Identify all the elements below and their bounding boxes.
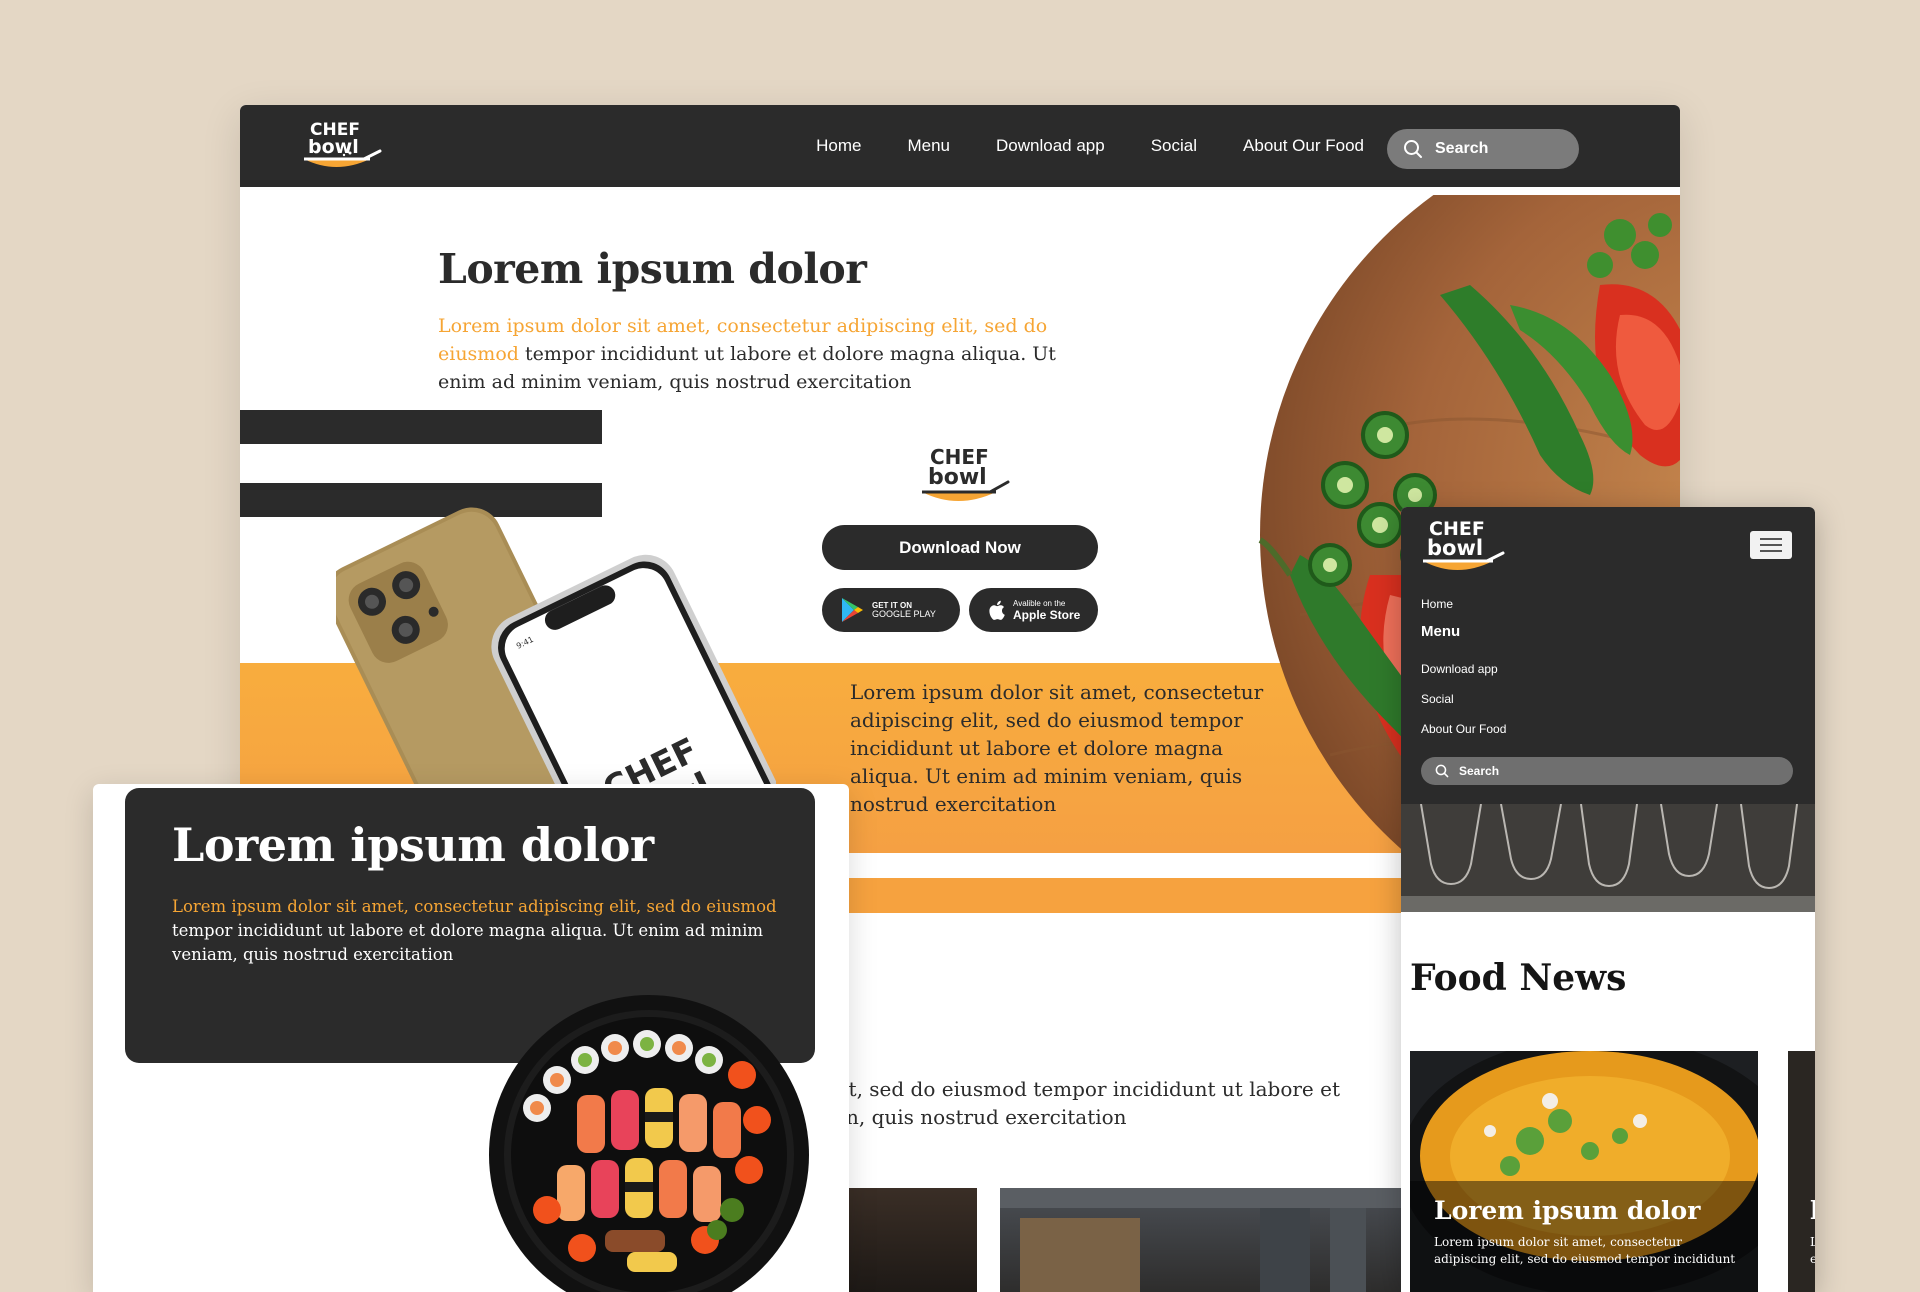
news-card-partial-title: l	[1810, 1196, 1815, 1225]
apple-store-button[interactable]: Avalible on the Apple Store	[969, 588, 1098, 632]
google-play-icon	[840, 597, 864, 623]
nav-about-our-food[interactable]: About Our Food	[1243, 136, 1364, 156]
hamburger-icon-bar	[1760, 544, 1782, 546]
nav-social[interactable]: Social	[1151, 136, 1197, 156]
hero-text-rest: tempor incididunt ut labore et dolore ma…	[438, 343, 1056, 393]
news-card-text: Lorem ipsum dolor sit amet, consectetur …	[1434, 1235, 1736, 1266]
mobile-nav-home[interactable]: Home	[1421, 597, 1453, 611]
hero-title: Lorem ipsum dolor	[438, 245, 867, 293]
svg-text:bowl: bowl	[308, 136, 359, 158]
dark-card-text: Lorem ipsum dolor sit amet, consectetur …	[172, 895, 782, 967]
hero-text: Lorem ipsum dolor sit amet, consectetur …	[438, 312, 1098, 396]
mobile-logo[interactable]: CHEF bowl	[1421, 513, 1505, 579]
search-input[interactable]: Search	[1387, 129, 1579, 169]
news-card-partial-text: L e	[1810, 1235, 1815, 1266]
chef-bowl-logo[interactable]: CHEF bowl	[302, 115, 382, 177]
decor-stripe-1	[240, 410, 602, 444]
news-card-title: Lorem ipsum dolor	[1434, 1196, 1701, 1225]
news-card-partial[interactable]: l L e	[1788, 1051, 1815, 1292]
apple-store-small: Avalible on the	[1013, 598, 1066, 608]
desktop-navbar: CHEF bowl Home Menu Download app Social …	[240, 105, 1680, 187]
hamburger-icon-bar	[1760, 538, 1782, 540]
news-card[interactable]: Lorem ipsum dolor Lorem ipsum dolor sit …	[1410, 1051, 1758, 1292]
nav-download-app[interactable]: Download app	[996, 136, 1105, 156]
tablet-mockup: Lorem ipsum dolor Lorem ipsum dolor sit …	[93, 784, 849, 1292]
lower-text-line1: cing elit, sed do eiusmod tempor incidid…	[774, 1077, 1340, 1101]
sushi-platter-image	[487, 990, 811, 1292]
food-news-title: Food News	[1410, 957, 1627, 999]
nav-links: Home Menu Download app Social About Our …	[816, 105, 1364, 187]
dark-card-text-accent: Lorem ipsum dolor sit amet, consectetur …	[172, 897, 777, 916]
google-play-big: GOOGLE PLAY	[872, 609, 936, 619]
mobile-nav-menu[interactable]: Menu	[1421, 623, 1460, 640]
band-paragraph: Lorem ipsum dolor sit amet, consectetur …	[850, 680, 1264, 816]
svg-text:bowl: bowl	[1427, 536, 1483, 560]
lower-text-line2: n, quis nostrud exercitation	[846, 1105, 1127, 1129]
search-icon	[1403, 139, 1423, 159]
apple-icon	[989, 600, 1007, 620]
search-icon	[1435, 764, 1449, 778]
glassware-image	[1401, 804, 1815, 912]
dark-card-text-rest: tempor incididunt ut labore et dolore ma…	[172, 921, 763, 964]
mobile-nav-about-our-food[interactable]: About Our Food	[1421, 722, 1506, 736]
apple-store-big: Apple Store	[1013, 607, 1081, 622]
hamburger-menu-button[interactable]	[1750, 531, 1792, 559]
download-now-button[interactable]: Download Now	[822, 525, 1098, 570]
center-logo: CHEF bowl	[920, 440, 1010, 512]
hamburger-icon-bar	[1760, 550, 1782, 552]
search-label: Search	[1435, 140, 1489, 157]
nav-menu[interactable]: Menu	[907, 136, 950, 156]
nav-home[interactable]: Home	[816, 136, 861, 156]
mobile-navbar: CHEF bowl Home Menu Download app Social …	[1401, 507, 1815, 804]
photo-tile-1	[830, 1188, 977, 1292]
mobile-mockup: CHEF bowl Home Menu Download app Social …	[1401, 507, 1815, 1292]
google-play-button[interactable]: GET IT ON GOOGLE PLAY	[822, 588, 960, 632]
photo-tile-2	[1000, 1188, 1440, 1292]
mobile-search-label: Search	[1459, 764, 1500, 778]
svg-text:bowl: bowl	[928, 465, 987, 490]
dark-card-title: Lorem ipsum dolor	[172, 818, 654, 872]
mobile-search-input[interactable]: Search	[1421, 757, 1793, 785]
mobile-nav-download-app[interactable]: Download app	[1421, 662, 1498, 676]
mobile-nav-social[interactable]: Social	[1421, 692, 1454, 706]
